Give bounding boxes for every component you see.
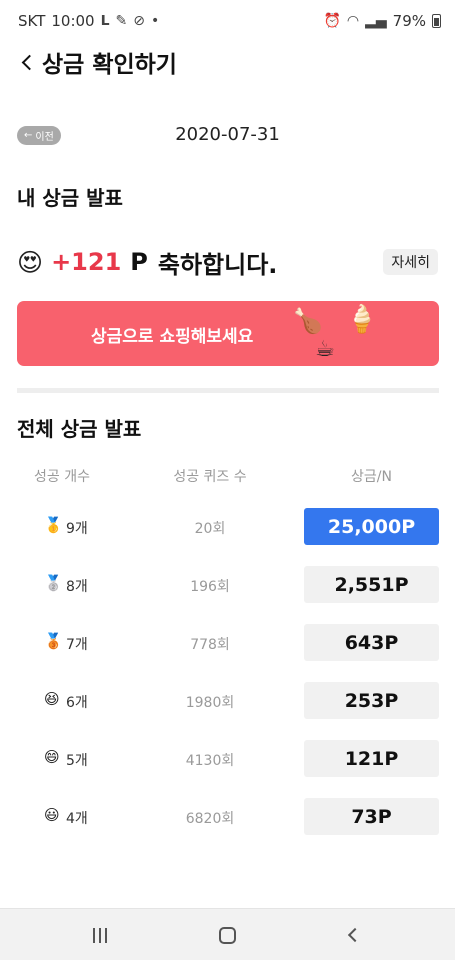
- quiz-count: 778회: [190, 637, 230, 653]
- detail-button[interactable]: 자세히: [383, 249, 438, 275]
- signal-icon: ▂▄: [365, 13, 387, 29]
- success-count: 9개: [66, 521, 88, 537]
- table-row: 🥈 8개 196회 2,551P: [0, 566, 455, 603]
- table-row: 😄 5개 4130회 121P: [0, 740, 455, 777]
- app-header: 상금 확인하기: [0, 42, 455, 82]
- prize-amount: 2,551P: [304, 566, 439, 603]
- quiz-count: 196회: [190, 579, 230, 595]
- quiz-count: 1980회: [185, 695, 235, 711]
- back-button[interactable]: [16, 47, 38, 77]
- success-count: 4개: [66, 811, 88, 827]
- home-icon: [218, 926, 236, 944]
- table-row: 😆 6개 1980회 253P: [0, 682, 455, 719]
- section-divider: [17, 388, 439, 393]
- system-back-button[interactable]: [318, 909, 388, 960]
- page-title: 상금 확인하기: [42, 52, 177, 78]
- header-quiz-count: 성공 퀴즈 수: [173, 469, 247, 485]
- congrats-message: 축하합니다.: [157, 250, 278, 279]
- quiz-count: 6820회: [185, 811, 235, 827]
- prize-amount: 253P: [304, 682, 439, 719]
- bronze-medal-icon: 🥉: [44, 632, 63, 650]
- status-left: SKT 10:00 𝗟 ✎ ⊘ •: [18, 12, 159, 30]
- quiz-count: 4130회: [185, 753, 235, 769]
- carrier-label: SKT: [18, 12, 46, 30]
- pen-notification-icon: ✎: [115, 13, 128, 29]
- link-notification-icon: ⊘: [133, 13, 145, 29]
- home-button[interactable]: [192, 909, 262, 960]
- success-count: 5개: [66, 753, 88, 769]
- table-row: 😃 4개 6820회 73P: [0, 798, 455, 835]
- banner-text: 상금으로 쇼핑해보세요: [91, 327, 254, 347]
- table-row: 🥉 7개 778회 643P: [0, 624, 455, 661]
- system-nav-bar: [0, 908, 455, 960]
- shopping-banner[interactable]: 상금으로 쇼핑해보세요 🍗 🍦 ☕: [17, 301, 439, 366]
- chevron-left-icon: [21, 54, 37, 70]
- date-navigator: ← 이전 2020-07-31: [0, 122, 455, 152]
- header-success-count: 성공 개수: [34, 469, 90, 485]
- coffee-icon: ☕: [315, 337, 335, 362]
- all-prizes-title: 전체 상금 발표: [17, 417, 142, 441]
- gold-medal-icon: 🥇: [44, 516, 63, 534]
- current-date: 2020-07-31: [175, 124, 280, 145]
- prize-amount: 643P: [304, 624, 439, 661]
- prize-amount: 121P: [304, 740, 439, 777]
- grinning-squint-emoji-icon: 😆: [44, 690, 60, 708]
- app-notification-icon: 𝗟: [100, 13, 110, 29]
- success-count: 6개: [66, 695, 88, 711]
- header-prize-per-n: 상금/N: [351, 469, 392, 485]
- more-notifications-icon: •: [150, 13, 160, 29]
- smiley-emoji-icon: 😃: [44, 806, 60, 824]
- alarm-icon: ⏰: [323, 13, 341, 29]
- success-count: 7개: [66, 637, 88, 653]
- my-prize-unit: P: [130, 248, 148, 276]
- wifi-icon: ◠: [346, 13, 360, 29]
- table-row: 🥇 9개 20회 25,000P: [0, 508, 455, 545]
- heart-eyes-emoji-icon: 😍: [17, 247, 44, 277]
- back-icon: [347, 927, 363, 943]
- prize-amount: 73P: [304, 798, 439, 835]
- ice-cream-icon: 🍦: [345, 304, 379, 335]
- success-count: 8개: [66, 579, 88, 595]
- status-bar: SKT 10:00 𝗟 ✎ ⊘ • ⏰ ◠ ▂▄ 79%: [0, 0, 455, 42]
- battery-percent: 79%: [392, 12, 426, 30]
- my-prize-points: +121: [51, 248, 122, 276]
- my-prize-row: 😍 +121 P 축하합니다. 자세히: [17, 244, 438, 280]
- recent-apps-button[interactable]: [65, 909, 135, 960]
- grinning-emoji-icon: 😄: [44, 748, 60, 766]
- silver-medal-icon: 🥈: [44, 574, 63, 592]
- status-right: ⏰ ◠ ▂▄ 79%: [323, 12, 441, 30]
- battery-icon: [432, 14, 441, 28]
- chicken-icon: 🍗: [293, 307, 323, 335]
- prize-amount: 25,000P: [304, 508, 439, 545]
- my-prize-title: 내 상금 발표: [17, 186, 123, 210]
- clock: 10:00: [51, 12, 95, 30]
- recent-apps-icon: [93, 927, 107, 943]
- quiz-count: 20회: [194, 521, 226, 537]
